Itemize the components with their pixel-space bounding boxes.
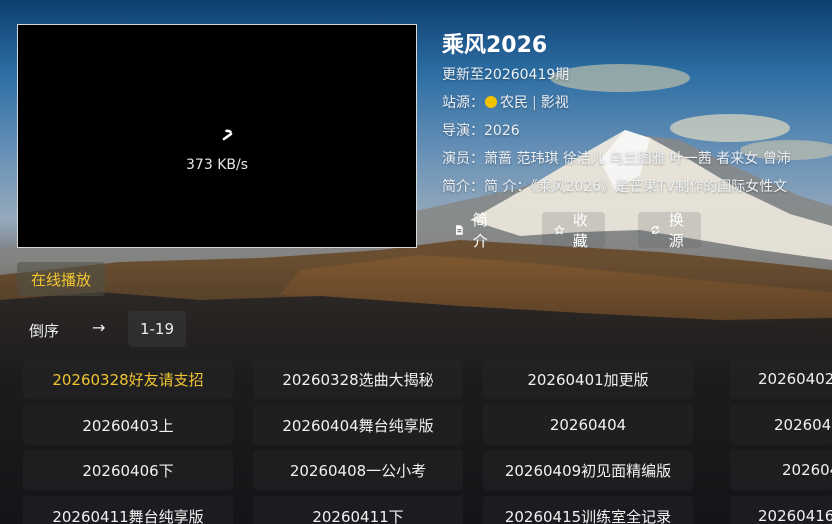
source-label: 站源： (442, 95, 484, 111)
switch-source-button[interactable]: 换源 (638, 211, 702, 250)
cast-value: 萧蔷 范玮琪 徐洁儿 乌兰图雅 叶一茜 者来女 曾沛 (484, 151, 791, 167)
sort-order-toggle[interactable]: 倒序 (29, 320, 59, 341)
source-type: 影视 (540, 95, 569, 111)
episode-item[interactable]: 20260411下 (253, 496, 463, 524)
cast-label: 演员： (442, 151, 484, 167)
episode-range-tab[interactable]: 1-19 (128, 311, 186, 347)
intro-value: 简 介：《乘风2026》是芒果TV制作的国际女性文 (484, 179, 788, 195)
director-line: 导演：2026 (442, 120, 520, 140)
source-separator: | (532, 95, 537, 111)
director-label: 导演： (442, 123, 484, 139)
episode-item[interactable]: 20260411舞台纯享版 (23, 496, 233, 524)
episode-item[interactable]: 20260404 (730, 405, 832, 445)
video-player[interactable]: 373 KB/s (17, 24, 417, 248)
source-line: 站源： 农民 | 影视 (442, 92, 569, 112)
document-icon (456, 225, 463, 235)
episode-item[interactable]: 20260406下 (23, 450, 233, 490)
director-value: 2026 (484, 123, 520, 139)
source-dot-icon (485, 96, 497, 108)
episode-item[interactable]: 20260328选曲大揭秘 (253, 359, 463, 399)
episode-item[interactable]: 202604 (730, 450, 832, 490)
download-speed: 373 KB/s (186, 157, 248, 173)
intro-label: 简介： (442, 179, 484, 195)
online-play-tab[interactable]: 在线播放 (17, 262, 105, 296)
episode-item[interactable]: 20260402 (730, 359, 832, 399)
episode-item[interactable]: 20260401加更版 (483, 359, 693, 399)
episode-item[interactable]: 20260416 (730, 496, 832, 524)
episode-item[interactable]: 20260403上 (23, 405, 233, 445)
episode-item[interactable]: 20260408一公小考 (253, 450, 463, 490)
intro-line: 简介：简 介：《乘风2026》是芒果TV制作的国际女性文 (442, 176, 787, 196)
favorite-button[interactable]: 收藏 (542, 211, 606, 250)
source-name: 农民 (500, 95, 528, 111)
episode-item[interactable]: 20260328好友请支招 (23, 359, 233, 399)
loading-spinner-icon (222, 129, 235, 143)
episode-item[interactable]: 20260404 (483, 405, 693, 445)
update-status: 更新至20260419期 (442, 67, 570, 83)
page-title: 乘风2026 (442, 33, 548, 58)
refresh-icon (651, 225, 660, 235)
cast-line: 演员：萧蔷 范玮琪 徐洁儿 乌兰图雅 叶一茜 者来女 曾沛 (442, 148, 791, 168)
episode-item[interactable]: 20260404舞台纯享版 (253, 405, 463, 445)
episode-item[interactable]: 20260415训练室全记录 (483, 496, 693, 524)
episode-item[interactable]: 20260409初见面精编版 (483, 450, 693, 490)
arrow-right-icon: → (92, 318, 106, 337)
intro-button[interactable]: 简介 (442, 211, 505, 250)
star-icon (554, 225, 565, 235)
